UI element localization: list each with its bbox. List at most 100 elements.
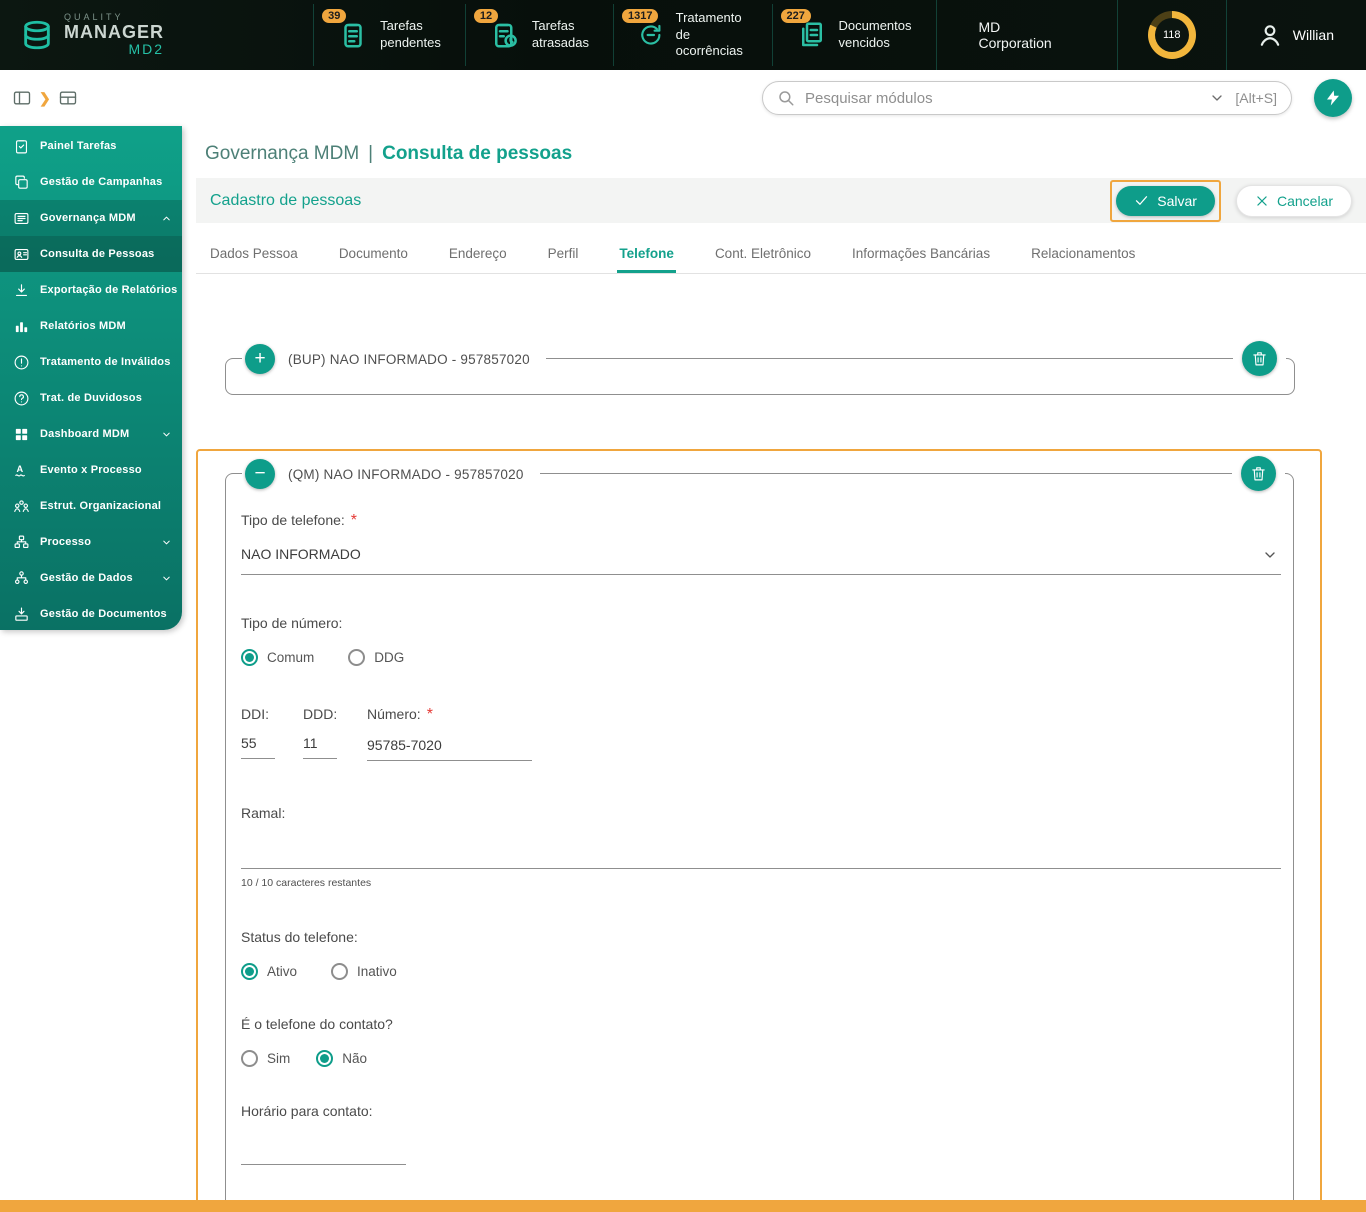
sidebar-item-relatorios-mdm[interactable]: Relatórios MDM bbox=[0, 308, 182, 344]
breadcrumb-module: Governança MDM bbox=[205, 143, 360, 164]
sidebar-item-evento-processo[interactable]: A Evento x Processo bbox=[0, 452, 182, 488]
stat-tarefas-atrasadas[interactable]: 12 Tarefas atrasadas bbox=[464, 3, 613, 67]
tab-cont-eletronico[interactable]: Cont. Eletrônico bbox=[713, 235, 813, 273]
collapse-button[interactable]: − bbox=[245, 459, 275, 489]
ddi-input[interactable]: 55 bbox=[241, 735, 275, 759]
gauge-ring: 118 bbox=[1147, 11, 1196, 59]
cancel-button[interactable]: Cancelar bbox=[1235, 184, 1352, 217]
horario-input[interactable] bbox=[241, 1139, 406, 1165]
breadcrumb: Governança MDM | Consulta de pessoas bbox=[196, 126, 1366, 178]
chevron-down-icon bbox=[161, 537, 172, 548]
documents-icon bbox=[797, 22, 827, 54]
tab-perfil[interactable]: Perfil bbox=[546, 235, 581, 273]
phone-panel-highlight: − (QM) NAO INFORMADO - 957857020 Tipo de… bbox=[196, 449, 1322, 1212]
user-avatar-icon bbox=[1257, 22, 1283, 48]
radio-ddg[interactable]: DDG bbox=[348, 649, 404, 666]
phone-panel-title: (QM) NAO INFORMADO - 957857020 bbox=[288, 466, 524, 482]
coin-stack-icon bbox=[20, 18, 54, 52]
app-logo: QUALITY MANAGER MD2 bbox=[20, 13, 203, 56]
phone-panel-title: (BUP) NAO INFORMADO - 957857020 bbox=[288, 351, 530, 367]
chevron-down-icon bbox=[1262, 547, 1278, 563]
user-name: Willian bbox=[1292, 27, 1334, 43]
search-input[interactable] bbox=[805, 89, 1200, 107]
radio-label: Inativo bbox=[357, 964, 397, 979]
sidebar-item-exportacao-relatorios[interactable]: Exportação de Relatórios bbox=[0, 272, 182, 308]
header-gauge[interactable]: 118 bbox=[1116, 0, 1226, 70]
radio-nao[interactable]: Não bbox=[316, 1050, 367, 1067]
stat-label-line1: Tratamento de bbox=[675, 9, 742, 42]
radio-unselected-icon bbox=[348, 649, 366, 666]
module-search[interactable]: [Alt+S] bbox=[762, 81, 1292, 115]
radio-selected-icon bbox=[316, 1050, 334, 1067]
sidebar-item-estrut-organizacional[interactable]: Estrut. Organizacional bbox=[0, 488, 182, 524]
radio-unselected-icon bbox=[241, 1050, 258, 1067]
chevron-down-icon bbox=[161, 429, 172, 440]
radio-inativo[interactable]: Inativo bbox=[331, 963, 397, 980]
stat-tarefas-pendentes[interactable]: 39 Tarefas pendentes bbox=[313, 3, 465, 67]
field-label: Tipo de telefone: bbox=[241, 512, 345, 528]
radio-comum[interactable]: Comum bbox=[241, 649, 314, 666]
sidebar-item-governanca-mdm[interactable]: Governança MDM bbox=[0, 200, 182, 236]
sidebar-item-consulta-pessoas[interactable]: Consulta de Pessoas bbox=[0, 236, 182, 272]
radio-label: Ativo bbox=[267, 964, 298, 979]
radio-sim[interactable]: Sim bbox=[241, 1050, 290, 1067]
sidebar-item-gestao-campanhas[interactable]: Gestão de Campanhas bbox=[0, 164, 182, 200]
radio-selected-icon bbox=[241, 649, 258, 666]
search-shortcut: [Alt+S] bbox=[1235, 90, 1277, 106]
tab-dados-pessoa[interactable]: Dados Pessoa bbox=[208, 235, 300, 273]
radio-ativo[interactable]: Ativo bbox=[241, 963, 297, 980]
tab-telefone[interactable]: Telefone bbox=[617, 235, 676, 273]
stat-documentos-vencidos[interactable]: 227 Documentos vencidos bbox=[771, 3, 936, 67]
tab-relacionamentos[interactable]: Relacionamentos bbox=[1029, 235, 1137, 273]
field-ramal: Ramal: 10 / 10 caracteres restantes bbox=[241, 805, 1281, 889]
secondary-toolbar: ❯ [Alt+S] bbox=[0, 70, 1366, 126]
tab-informacoes-bancarias[interactable]: Informações Bancárias bbox=[850, 235, 992, 273]
radio-label: Sim bbox=[267, 1051, 291, 1066]
contato-options: Sim Não bbox=[241, 1050, 1281, 1067]
selected-value: NAO INFORMADO bbox=[241, 546, 361, 562]
quick-action-button[interactable] bbox=[1314, 79, 1352, 117]
sidebar-item-painel-tarefas[interactable]: Painel Tarefas bbox=[0, 128, 182, 164]
save-button-highlight: Salvar bbox=[1110, 179, 1221, 222]
list-panel-icon bbox=[13, 210, 30, 227]
chevron-down-icon[interactable] bbox=[1209, 90, 1225, 106]
status-options: Ativo Inativo bbox=[241, 963, 1281, 980]
delete-phone-button[interactable] bbox=[1241, 456, 1276, 491]
user-menu[interactable]: Willian bbox=[1225, 0, 1348, 70]
field-ddi: DDI: 55 bbox=[241, 706, 275, 761]
section-title: Cadastro de pessoas bbox=[210, 191, 362, 209]
tab-documento[interactable]: Documento bbox=[337, 235, 410, 273]
tipo-telefone-select[interactable]: NAO INFORMADO bbox=[241, 541, 1281, 575]
sidebar-item-label: Tratamento de Inválidos bbox=[40, 356, 171, 368]
radio-label: Não bbox=[342, 1051, 368, 1066]
tasks-pending-icon bbox=[338, 23, 368, 54]
field-tipo-numero: Tipo de número: Comum DDG bbox=[241, 615, 1281, 666]
delete-phone-button[interactable] bbox=[1242, 341, 1277, 376]
save-button[interactable]: Salvar bbox=[1116, 185, 1215, 216]
save-button-label: Salvar bbox=[1157, 192, 1197, 209]
ramal-input[interactable] bbox=[241, 839, 1281, 869]
stat-tratamento-ocorrencias[interactable]: 1317 Tratamento de ocorrências bbox=[612, 3, 772, 67]
sidebar-item-dashboard-mdm[interactable]: Dashboard MDM bbox=[0, 416, 182, 452]
expand-button[interactable]: + bbox=[245, 344, 275, 374]
layout-grid-icon[interactable] bbox=[58, 88, 78, 108]
numero-input[interactable]: 95785-7020 bbox=[367, 737, 532, 761]
ddd-input[interactable]: 11 bbox=[303, 735, 337, 759]
tab-endereco[interactable]: Endereço bbox=[447, 235, 509, 273]
sidebar-item-processo[interactable]: Processo bbox=[0, 524, 182, 560]
sidebar-item-tratamento-invalidos[interactable]: Tratamento de Inválidos bbox=[0, 344, 182, 380]
app-window: QUALITY MANAGER MD2 39 Tarefas pendentes … bbox=[0, 0, 1366, 1212]
sidebar-item-trat-duvidosos[interactable]: Trat. de Duvidosos bbox=[0, 380, 182, 416]
phone-panel-expanded: − (QM) NAO INFORMADO - 957857020 Tipo de… bbox=[225, 456, 1294, 1208]
field-label: Número: bbox=[367, 706, 421, 722]
sidebar-item-gestao-documentos[interactable]: Gestão de Documentos bbox=[0, 596, 182, 632]
gauge-value: 118 bbox=[1154, 18, 1189, 52]
sidebar-item-gestao-dados[interactable]: Gestão de Dados bbox=[0, 560, 182, 596]
logo-text-md2: MD2 bbox=[128, 40, 164, 57]
bottom-accent-bar bbox=[0, 1200, 1366, 1212]
sidebar-item-label: Processo bbox=[40, 536, 92, 548]
sidebar-item-label: Estrut. Organizacional bbox=[40, 500, 162, 512]
collapse-sidebar-icon[interactable] bbox=[12, 88, 32, 108]
field-label: É o telefone do contato? bbox=[241, 1016, 393, 1032]
field-label: Ramal: bbox=[241, 805, 286, 821]
